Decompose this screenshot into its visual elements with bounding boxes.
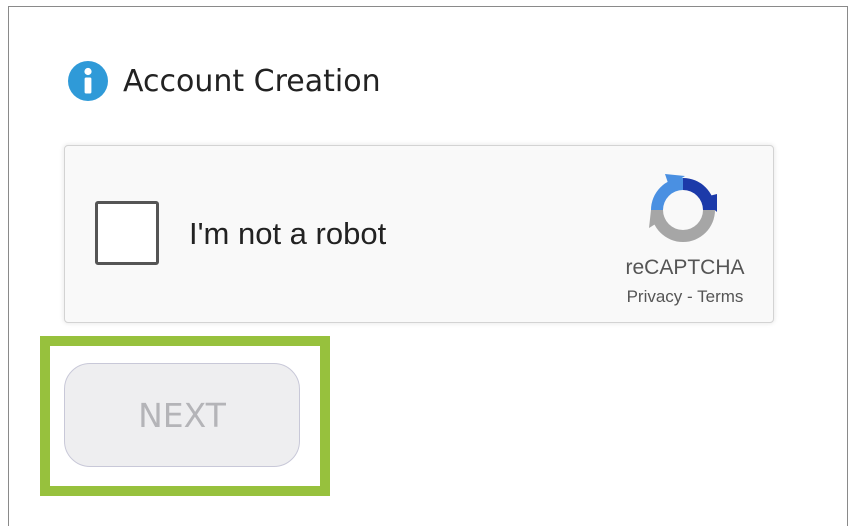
recaptcha-brand-text: reCAPTCHA: [625, 256, 745, 279]
recaptcha-logo-icon: [649, 174, 717, 242]
not-robot-checkbox[interactable]: [95, 201, 159, 265]
page-title: Account Creation: [123, 63, 381, 99]
recaptcha-links: Privacy - Terms: [600, 287, 770, 307]
page-header: Account Creation: [67, 60, 381, 102]
links-separator: -: [682, 287, 698, 306]
info-icon: [68, 61, 108, 101]
privacy-link[interactable]: Privacy: [627, 287, 683, 306]
next-button[interactable]: NEXT: [64, 363, 300, 467]
terms-link[interactable]: Terms: [697, 287, 743, 306]
not-robot-label: I'm not a robot: [189, 216, 387, 251]
recaptcha-widget: I'm not a robot reCAPTCHA Privacy - Term…: [64, 145, 774, 323]
